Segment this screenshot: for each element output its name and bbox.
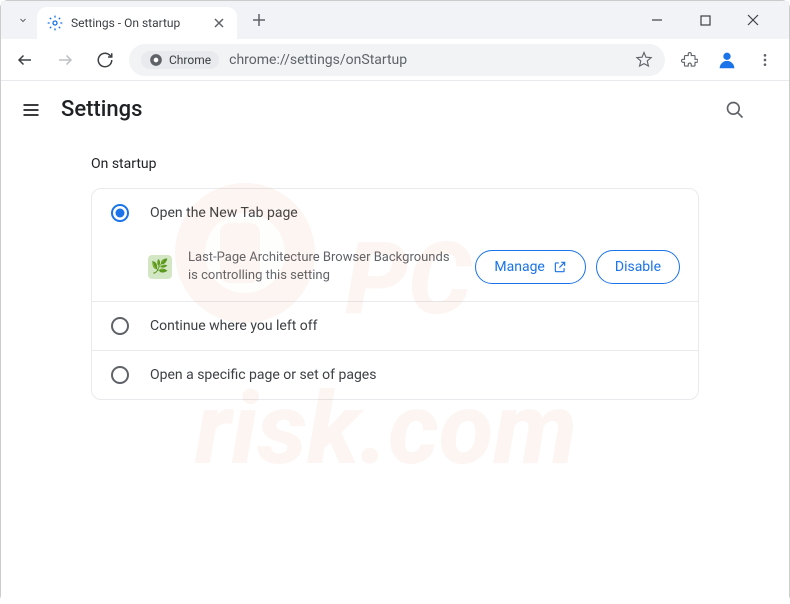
- maximize-button[interactable]: [691, 6, 719, 34]
- minimize-button[interactable]: [643, 6, 671, 34]
- option-label: Open a specific page or set of pages: [150, 367, 376, 383]
- close-window-button[interactable]: [739, 6, 767, 34]
- menu-icon[interactable]: [749, 44, 781, 76]
- page-title: Settings: [61, 97, 142, 122]
- browser-tab[interactable]: Settings - On startup: [37, 7, 237, 39]
- star-icon[interactable]: [635, 51, 653, 69]
- back-button[interactable]: [9, 44, 41, 76]
- content-area: PC risk.com Settings On startup Open the…: [1, 81, 789, 604]
- radio-unselected-icon: [110, 365, 130, 385]
- section-title: On startup: [91, 156, 699, 172]
- tab-search-dropdown[interactable]: [9, 6, 37, 34]
- chrome-chip: Chrome: [141, 51, 219, 69]
- manage-button-label: Manage: [494, 259, 544, 275]
- radio-selected-icon: [110, 203, 130, 223]
- option-label: Continue where you left off: [150, 318, 318, 334]
- reload-button[interactable]: [89, 44, 121, 76]
- extensions-icon[interactable]: [673, 44, 705, 76]
- extension-notice: 🌿 Last-Page Architecture Browser Backgro…: [92, 237, 698, 301]
- extension-message: Last-Page Architecture Browser Backgroun…: [188, 249, 459, 285]
- tab-title: Settings - On startup: [71, 16, 203, 30]
- option-specific-pages[interactable]: Open a specific page or set of pages: [92, 351, 698, 399]
- manage-button[interactable]: Manage: [475, 250, 585, 284]
- profile-avatar[interactable]: [713, 46, 741, 74]
- gear-icon: [47, 15, 63, 31]
- option-label: Open the New Tab page: [150, 205, 298, 221]
- address-bar[interactable]: Chrome chrome://settings/onStartup: [129, 44, 665, 76]
- disable-button-label: Disable: [615, 259, 661, 275]
- option-continue[interactable]: Continue where you left off: [92, 302, 698, 351]
- window-controls: [643, 6, 781, 34]
- search-icon[interactable]: [723, 98, 747, 122]
- close-icon[interactable]: [211, 15, 227, 31]
- hamburger-icon[interactable]: [19, 98, 43, 122]
- chrome-chip-label: Chrome: [169, 53, 211, 67]
- forward-button[interactable]: [49, 44, 81, 76]
- window-titlebar: Settings - On startup: [1, 1, 789, 39]
- options-card: Open the New Tab page 🌿 Last-Page Archit…: [91, 188, 699, 400]
- new-tab-button[interactable]: [245, 6, 273, 34]
- option-new-tab[interactable]: Open the New Tab page: [92, 189, 698, 237]
- settings-header: Settings: [1, 81, 789, 138]
- open-external-icon: [553, 260, 567, 274]
- browser-toolbar: Chrome chrome://settings/onStartup: [1, 39, 789, 81]
- extension-favicon: 🌿: [148, 255, 172, 279]
- on-startup-section: On startup Open the New Tab page 🌿 Last-…: [1, 138, 789, 418]
- disable-button[interactable]: Disable: [596, 250, 680, 284]
- url-text: chrome://settings/onStartup: [229, 52, 625, 68]
- chrome-icon: [149, 53, 163, 67]
- radio-unselected-icon: [110, 316, 130, 336]
